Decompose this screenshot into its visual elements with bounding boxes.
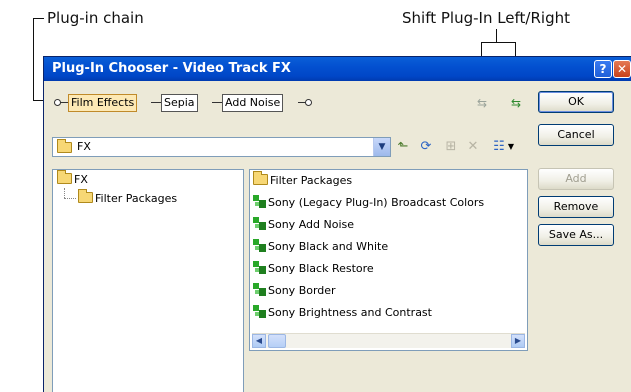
chain-end-dot [305, 99, 312, 106]
plugin-list[interactable]: Filter Packages Sony (Legacy Plug-In) Br… [249, 169, 528, 351]
callout-line [33, 18, 34, 101]
list-item[interactable]: Sony Black Restore [253, 261, 374, 277]
callout-line [496, 29, 497, 42]
scroll-right-icon[interactable]: ▶ [511, 334, 525, 348]
refresh-icon[interactable]: ⟳ [417, 139, 435, 155]
chain-connector [212, 102, 222, 103]
location-value: FX [77, 140, 91, 153]
chain-connector [151, 102, 161, 103]
chain-node-sepia[interactable]: Sepia [161, 94, 198, 112]
plugin-icon [253, 305, 266, 318]
chain-node-add-noise[interactable]: Add Noise [222, 94, 284, 112]
tree-line [64, 188, 66, 198]
horizontal-scrollbar[interactable]: ◀ ▶ [252, 333, 525, 348]
chevron-down-icon[interactable]: ▼ [373, 138, 390, 156]
list-item-label: Sony (Legacy Plug-In) Broadcast Colors [268, 196, 485, 209]
new-folder-icon[interactable]: ⊞ [442, 139, 460, 155]
list-item[interactable]: Sony Border [253, 283, 336, 299]
list-item[interactable]: Sony (Legacy Plug-In) Broadcast Colors [253, 195, 484, 211]
list-item[interactable]: Sony Brightness and Contrast [253, 305, 432, 321]
chain-connector [60, 102, 68, 103]
scroll-left-icon[interactable]: ◀ [252, 334, 266, 348]
plugin-chooser-dialog: Plug-In Chooser - Video Track FX ? ✕ Fil… [43, 56, 631, 392]
title-bar[interactable]: Plug-In Chooser - Video Track FX ? ✕ [44, 57, 631, 81]
add-button-label: Add [565, 172, 587, 185]
help-icon[interactable]: ? [594, 60, 612, 78]
plugin-icon [253, 239, 266, 252]
shift-right-icon[interactable]: ⇆ [508, 95, 524, 111]
plugin-chain-callout: Plug-in chain [47, 9, 144, 27]
plugin-icon [253, 217, 266, 230]
add-button[interactable]: Add [538, 168, 614, 190]
list-item-label: Sony Black Restore [268, 262, 374, 275]
callout-line [481, 42, 516, 43]
plugin-icon [253, 261, 266, 274]
tree-line [64, 198, 76, 200]
list-item[interactable]: Sony Black and White [253, 239, 388, 255]
window-title: Plug-In Chooser - Video Track FX [52, 61, 291, 76]
tree-item-filter-packages[interactable]: Filter Packages [78, 189, 178, 207]
location-combo[interactable]: FX ▼ [52, 137, 391, 157]
list-item-label: Sony Black and White [268, 240, 389, 253]
remove-button-label: Remove [553, 200, 599, 213]
close-icon[interactable]: ✕ [613, 60, 631, 78]
shift-callout: Shift Plug-In Left/Right [402, 9, 570, 27]
folder-icon [253, 171, 268, 185]
plugin-icon [253, 283, 266, 296]
save-as-button[interactable]: Save As... [538, 224, 614, 246]
scroll-thumb[interactable] [268, 334, 286, 348]
folder-icon [57, 170, 72, 184]
folder-tree[interactable]: FX Filter Packages [52, 169, 244, 392]
tree-item-label: Filter Packages [95, 192, 178, 205]
plugin-icon [253, 195, 266, 208]
up-folder-icon[interactable]: ⬑ [394, 139, 412, 155]
cancel-button[interactable]: Cancel [538, 124, 614, 146]
list-item-label: Sony Border [268, 284, 336, 297]
list-item-label: Sony Brightness and Contrast [268, 306, 432, 319]
remove-button[interactable]: Remove [538, 196, 614, 218]
list-item[interactable]: Filter Packages [253, 171, 353, 189]
ok-button[interactable]: OK [538, 91, 614, 113]
list-item-label: Filter Packages [270, 174, 353, 187]
folder-icon [78, 189, 93, 203]
list-item[interactable]: Sony Add Noise [253, 217, 354, 233]
callout-line [33, 18, 44, 19]
save-as-button-label: Save As... [548, 228, 604, 241]
chain-node-film-effects[interactable]: Film Effects [68, 94, 138, 112]
tree-item-label: FX [74, 173, 88, 186]
folder-icon [57, 139, 72, 153]
list-item-label: Sony Add Noise [268, 218, 354, 231]
views-dropdown-icon[interactable]: ▼ [506, 139, 516, 155]
delete-icon[interactable]: ✕ [464, 139, 482, 155]
shift-left-icon[interactable]: ⇆ [474, 95, 490, 111]
tree-item-fx[interactable]: FX [57, 170, 88, 188]
